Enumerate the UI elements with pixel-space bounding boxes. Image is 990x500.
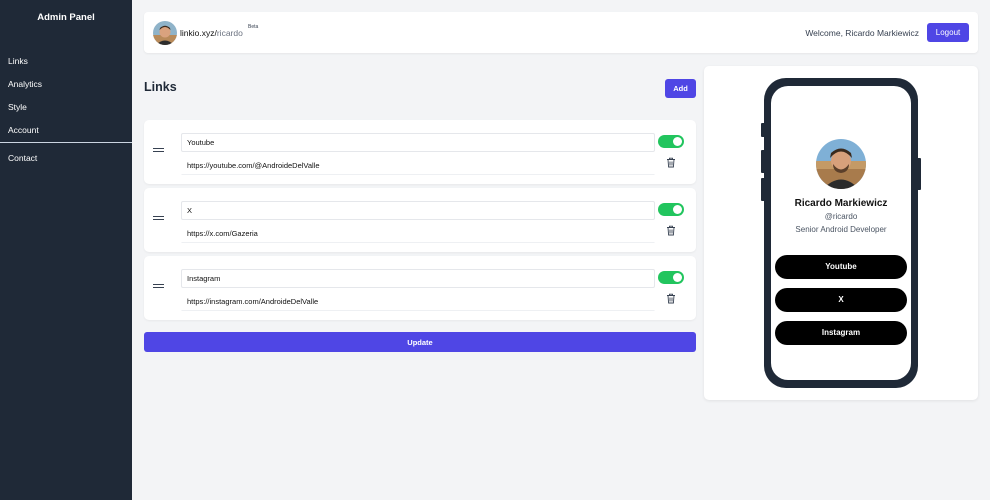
link-url-input[interactable] <box>181 156 655 175</box>
sidebar-item-account[interactable]: Account <box>0 119 132 142</box>
trash-icon[interactable] <box>666 157 676 168</box>
link-title-input[interactable] <box>181 201 655 220</box>
link-title-input[interactable] <box>181 133 655 152</box>
sidebar-nav: Links Analytics Style Account Contact <box>0 50 132 170</box>
phone-frame: Ricardo Markiewicz @ricardo Senior Andro… <box>764 78 918 388</box>
link-url-input[interactable] <box>181 224 655 243</box>
add-link-button[interactable]: Add <box>665 79 696 98</box>
page-title: Links <box>144 80 177 94</box>
sidebar-item-analytics[interactable]: Analytics <box>0 73 132 96</box>
link-title-input[interactable] <box>181 269 655 288</box>
link-card <box>144 256 696 320</box>
update-button[interactable]: Update <box>144 332 696 352</box>
drag-handle-icon[interactable] <box>153 216 164 221</box>
sidebar-item-style[interactable]: Style <box>0 96 132 119</box>
logout-button[interactable]: Logout <box>927 23 969 42</box>
preview-panel: Ricardo Markiewicz @ricardo Senior Andro… <box>704 66 978 400</box>
preview-avatar <box>816 139 866 189</box>
link-card <box>144 188 696 252</box>
profile-link[interactable]: linkio.xyz/ricardo <box>180 28 243 38</box>
link-url-input[interactable] <box>181 292 655 311</box>
sidebar: Admin Panel Links Analytics Style Accoun… <box>0 0 132 500</box>
drag-handle-icon[interactable] <box>153 148 164 153</box>
trash-icon[interactable] <box>666 225 676 236</box>
preview-link-button[interactable]: X <box>775 288 907 312</box>
link-username: ricardo <box>216 28 243 38</box>
beta-badge: Beta <box>248 24 259 30</box>
preview-link-button[interactable]: Youtube <box>775 255 907 279</box>
link-enabled-toggle[interactable] <box>658 271 684 284</box>
link-prefix: linkio.xyz/ <box>180 28 217 38</box>
top-bar: linkio.xyz/ricardo Beta Welcome, Ricardo… <box>144 12 978 53</box>
sidebar-divider <box>0 142 132 143</box>
preview-bio: Senior Android Developer <box>795 225 887 234</box>
link-enabled-toggle[interactable] <box>658 135 684 148</box>
avatar <box>153 21 177 45</box>
preview-name: Ricardo Markiewicz <box>794 198 888 209</box>
link-enabled-toggle[interactable] <box>658 203 684 216</box>
welcome-text: Welcome, Ricardo Markiewicz <box>805 28 919 38</box>
sidebar-title: Admin Panel <box>37 12 95 23</box>
drag-handle-icon[interactable] <box>153 284 164 289</box>
trash-icon[interactable] <box>666 293 676 304</box>
phone-screen: Ricardo Markiewicz @ricardo Senior Andro… <box>771 86 911 380</box>
link-card <box>144 120 696 184</box>
preview-link-button[interactable]: Instagram <box>775 321 907 345</box>
preview-handle: @ricardo <box>824 212 858 221</box>
sidebar-item-contact[interactable]: Contact <box>0 147 132 170</box>
sidebar-item-links[interactable]: Links <box>0 50 132 73</box>
